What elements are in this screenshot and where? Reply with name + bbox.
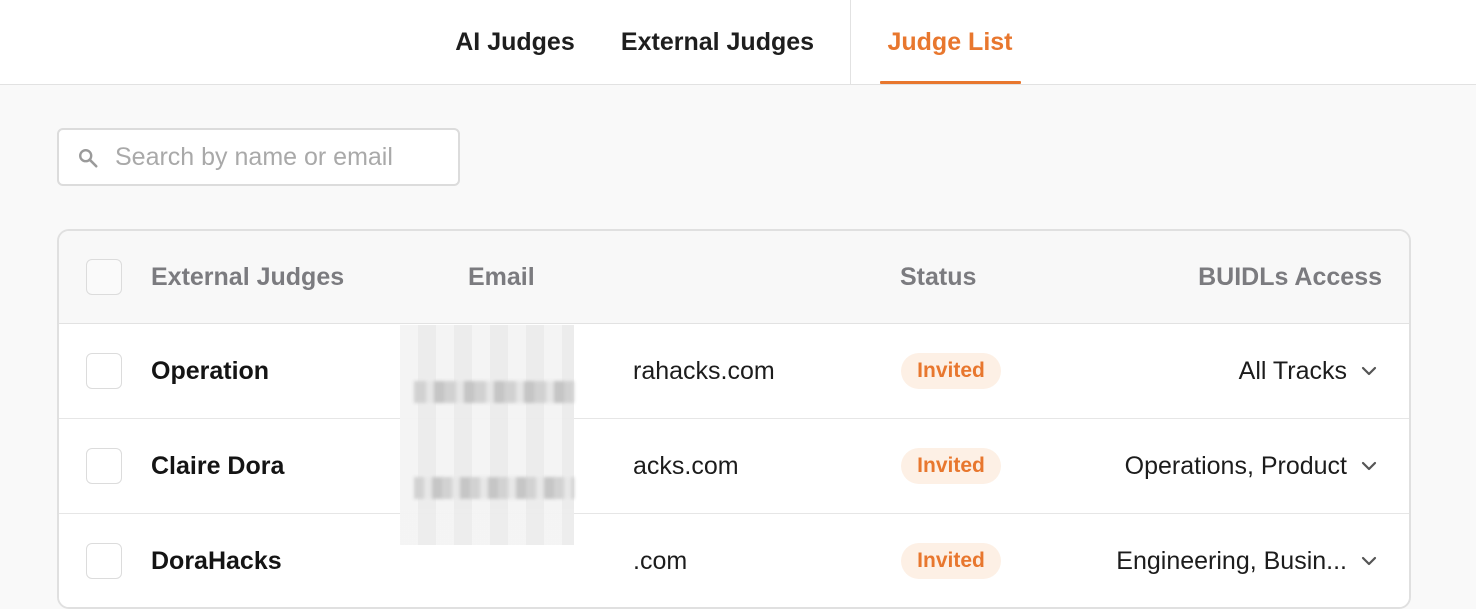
active-tab-indicator [880,81,1021,84]
access-dropdown[interactable]: Operations, Product [1125,419,1347,513]
search-input[interactable] [115,138,445,176]
judge-name: DoraHacks [151,546,282,575]
access-dropdown[interactable]: Engineering, Busin... [1116,514,1347,607]
judges-table: External Judges Email Status BUIDLs Acce… [57,229,1411,609]
judge-email: .com [633,546,688,575]
redaction-blur [400,325,574,545]
judge-name: Operation [151,356,270,385]
row-checkbox[interactable] [86,353,122,389]
table-row: DoraHacks .com Invited Engineering, Busi… [59,514,1409,607]
tab-external-judges[interactable]: External Judges [605,0,830,85]
chevron-down-icon[interactable] [1359,361,1379,381]
row-checkbox[interactable] [86,543,122,579]
status-badge: Invited [901,448,1001,484]
chevron-down-icon[interactable] [1359,551,1379,571]
row-checkbox[interactable] [86,448,122,484]
column-header-access: BUIDLs Access [1198,263,1382,291]
column-header-judges: External Judges [151,263,345,291]
table-row: Operation rahacks.com Invited All Tracks [59,324,1409,419]
tab-divider [850,0,851,85]
top-nav: AI Judges External Judges Judge List [0,0,1476,85]
tab-judge-list[interactable]: Judge List [875,0,1025,85]
table-header: External Judges Email Status BUIDLs Acce… [59,231,1409,324]
status-badge: Invited [901,543,1001,579]
search-icon [79,149,98,168]
select-all-checkbox[interactable] [86,259,122,295]
column-header-status: Status [900,263,977,291]
judge-name: Claire Dora [151,451,285,480]
column-header-email: Email [468,263,535,291]
judge-email: rahacks.com [633,356,775,385]
access-dropdown[interactable]: All Tracks [1239,324,1347,418]
search-box [57,128,460,186]
status-badge: Invited [901,353,1001,389]
table-row: Claire Dora acks.com Invited Operations,… [59,419,1409,514]
tab-ai-judges[interactable]: AI Judges [440,0,590,85]
judge-email: acks.com [633,451,739,480]
chevron-down-icon[interactable] [1359,456,1379,476]
